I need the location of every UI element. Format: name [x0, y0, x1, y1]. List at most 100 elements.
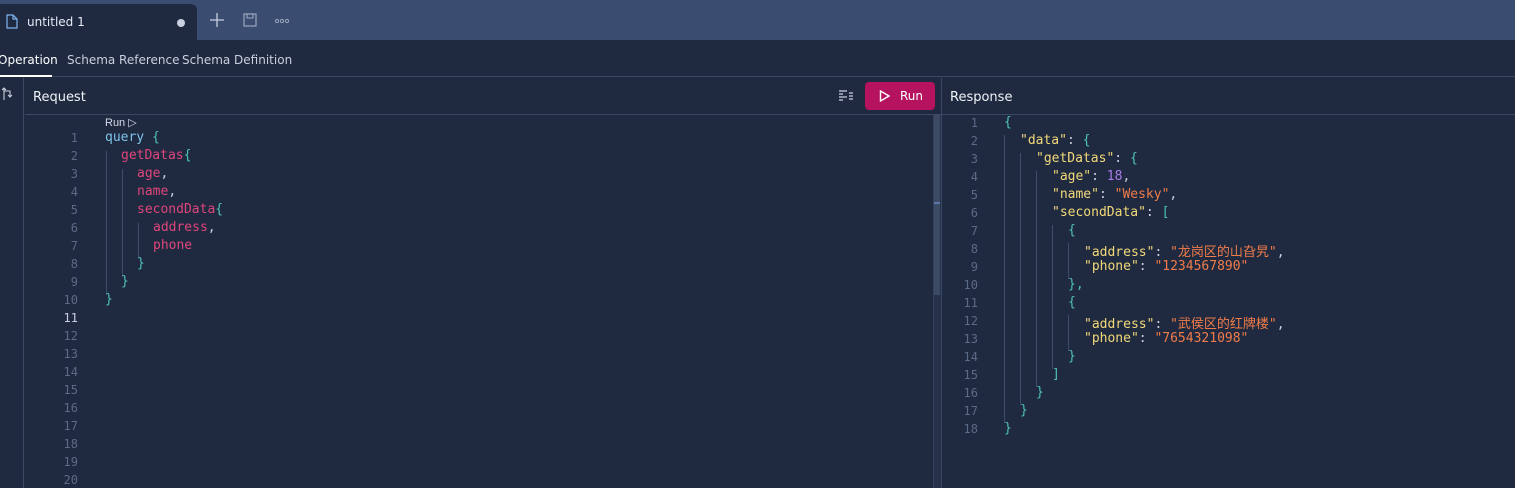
play-icon [879, 90, 890, 102]
line-number: 9 [970, 260, 978, 274]
json-token: { [1082, 133, 1091, 148]
json-token: , [1169, 187, 1178, 202]
json-string: "Wesky" [1114, 187, 1170, 202]
document-tab[interactable]: untitled 1 [0, 4, 197, 40]
json-token: : [1114, 151, 1130, 166]
json-token: , [1122, 169, 1131, 184]
line-number: 7 [70, 239, 78, 253]
json-key: "data" [1020, 133, 1067, 148]
line-number-current: 11 [63, 311, 78, 325]
json-line: } [1036, 385, 1044, 400]
code-line: name, [137, 184, 176, 199]
line-number: 5 [970, 188, 978, 202]
code-token: { [183, 148, 192, 163]
json-key: "phone" [1084, 331, 1139, 346]
indent-guide [1052, 225, 1053, 369]
json-line: "phone": "7654321098" [1084, 331, 1248, 346]
json-key: "age" [1052, 169, 1092, 184]
json-token: ] [1052, 367, 1060, 382]
line-number: 16 [963, 386, 978, 400]
scroll-cursor-marker [934, 202, 940, 204]
json-line: "age": 18, [1052, 169, 1130, 184]
unsaved-indicator[interactable] [177, 19, 185, 27]
json-token: : [1066, 133, 1083, 148]
indent-guide [122, 169, 123, 277]
line-number: 2 [970, 134, 978, 148]
indent-guide [138, 223, 139, 259]
code-token: phone [153, 238, 193, 253]
code-token: name [137, 184, 169, 199]
request-title: Request [33, 90, 86, 105]
indent-guide [1036, 171, 1037, 387]
code-token: query [105, 130, 145, 145]
response-viewer[interactable]: 1 2 3 4 5 6 7 8 9 10 11 12 13 14 15 16 1… [942, 115, 1515, 488]
json-token: }, [1068, 277, 1084, 292]
line-number: 10 [963, 278, 978, 292]
left-toolbar [0, 78, 24, 488]
prettify-icon[interactable] [838, 88, 854, 104]
run-codelens[interactable]: Run ▷ [105, 116, 137, 129]
json-key: "getDatas" [1036, 151, 1115, 166]
indent-guide [1004, 135, 1005, 423]
json-line: } [1068, 349, 1076, 364]
indent-guide [1068, 315, 1069, 351]
line-number: 13 [63, 347, 78, 361]
plus-icon[interactable] [209, 12, 225, 28]
json-string: "龙岗区的山旮旯" [1170, 245, 1277, 260]
run-button[interactable]: Run [865, 82, 935, 110]
json-token: { [1004, 115, 1012, 130]
json-line: "secondData": [ [1052, 205, 1169, 220]
tab-schema-definition[interactable]: Schema Definition [182, 53, 292, 67]
line-number: 5 [70, 203, 78, 217]
json-token: : [1138, 259, 1155, 274]
tab-operation[interactable]: Operation [0, 53, 58, 67]
line-number: 1 [970, 116, 978, 130]
json-token: { [1068, 295, 1076, 310]
line-number: 17 [963, 404, 978, 418]
line-number: 6 [970, 206, 978, 220]
code-token: } [105, 292, 113, 307]
json-key: "name" [1052, 187, 1099, 202]
json-token: { [1068, 223, 1076, 238]
code-line: } [137, 256, 145, 271]
line-number: 19 [63, 455, 78, 469]
line-number: 3 [70, 167, 78, 181]
tab-schema-reference[interactable]: Schema Reference [67, 53, 180, 67]
line-number: 3 [970, 152, 978, 166]
line-number: 1 [70, 131, 78, 145]
line-number: 15 [63, 383, 78, 397]
code-token: address [153, 220, 208, 235]
code-line: phone [153, 238, 192, 253]
json-token: } [1036, 385, 1044, 400]
file-icon [6, 14, 18, 29]
line-number: 8 [970, 242, 978, 256]
json-line: { [1068, 223, 1076, 238]
json-token: , [1276, 245, 1285, 260]
code-line: secondData{ [137, 202, 223, 217]
save-icon[interactable] [242, 12, 258, 28]
request-header: Request Run [25, 78, 941, 115]
json-line: "data": { [1020, 133, 1090, 148]
more-icon[interactable] [274, 12, 290, 28]
json-line: ] [1052, 367, 1060, 382]
line-number: 15 [963, 368, 978, 382]
merge-icon[interactable] [1, 87, 15, 101]
json-token: } [1068, 349, 1076, 364]
json-token: : [1098, 187, 1115, 202]
indent-guide [106, 151, 107, 295]
editor-scroll-thumb[interactable] [934, 115, 940, 295]
json-token: } [1004, 421, 1012, 436]
query-editor[interactable]: Run ▷ 1 2 3 4 5 6 7 8 9 10 11 12 13 14 1… [25, 115, 933, 488]
json-token: : [1154, 317, 1171, 332]
line-number: 4 [70, 185, 78, 199]
line-number: 13 [963, 332, 978, 346]
json-key: "address" [1084, 317, 1155, 332]
code-token: age [137, 166, 161, 181]
line-number: 14 [963, 350, 978, 364]
code-token: getDatas [121, 148, 184, 163]
response-header: Response [942, 78, 1515, 115]
indent-guide [1068, 243, 1069, 279]
json-key: "secondData" [1052, 205, 1146, 220]
line-number: 18 [63, 437, 78, 451]
code-line: age, [137, 166, 168, 181]
